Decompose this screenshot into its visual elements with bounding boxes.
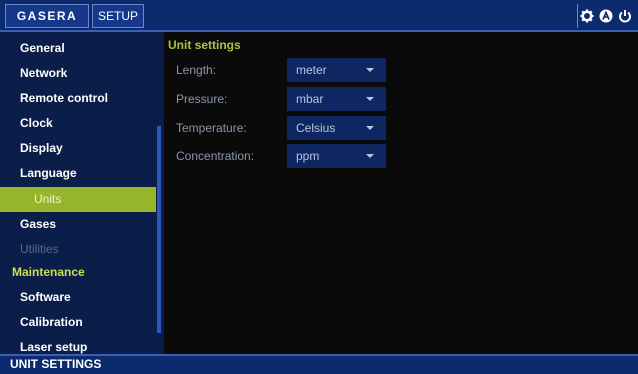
user-a-icon[interactable] xyxy=(599,9,613,23)
length-label: Length: xyxy=(176,63,217,77)
length-value: meter xyxy=(296,63,327,77)
sidebar-item-utilities: Utilities xyxy=(20,242,59,256)
top-bar: GASERA SETUP xyxy=(0,0,638,32)
concentration-label: Concentration: xyxy=(176,149,255,163)
sidebar-item-network[interactable]: Network xyxy=(0,61,156,86)
pressure-value: mbar xyxy=(296,92,324,106)
temperature-value: Celsius xyxy=(296,121,336,135)
sidebar-item-remote-control[interactable]: Remote control xyxy=(0,86,156,111)
sidebar-item-display[interactable]: Display xyxy=(0,136,156,161)
length-select[interactable]: meter xyxy=(287,58,386,82)
sidebar-section-maintenance: Maintenance xyxy=(12,265,85,279)
temperature-select[interactable]: Celsius xyxy=(287,116,386,140)
pressure-select[interactable]: mbar xyxy=(287,87,386,111)
sidebar-item-units[interactable]: Units xyxy=(0,187,156,212)
chevron-down-icon xyxy=(366,97,374,101)
sidebar: General Network Remote control Clock Dis… xyxy=(0,32,164,354)
sidebar-item-clock[interactable]: Clock xyxy=(0,111,156,136)
chevron-down-icon xyxy=(366,126,374,130)
pressure-label: Pressure: xyxy=(176,92,228,106)
temperature-label: Temperature: xyxy=(176,121,247,135)
top-icons xyxy=(577,4,634,28)
gear-icon[interactable] xyxy=(580,9,594,23)
sidebar-item-language[interactable]: Language xyxy=(0,161,156,186)
sidebar-item-software[interactable]: Software xyxy=(0,285,156,310)
tab-setup[interactable]: SETUP xyxy=(92,4,144,28)
sidebar-item-laser-setup[interactable]: Laser setup xyxy=(0,335,156,354)
brand-logo: GASERA xyxy=(5,4,89,28)
sidebar-item-gases[interactable]: Gases xyxy=(0,212,156,237)
main-panel: Unit settings Length: meter Pressure: mb… xyxy=(164,32,638,354)
sidebar-item-general[interactable]: General xyxy=(0,36,156,61)
concentration-value: ppm xyxy=(296,149,320,163)
chevron-down-icon xyxy=(366,68,374,72)
chevron-down-icon xyxy=(366,154,374,158)
status-footer: UNIT SETTINGS xyxy=(0,354,638,374)
sidebar-scrollbar[interactable] xyxy=(157,126,161,333)
sidebar-item-calibration[interactable]: Calibration xyxy=(0,310,156,335)
section-title: Unit settings xyxy=(168,38,241,52)
concentration-select[interactable]: ppm xyxy=(287,144,386,168)
power-icon[interactable] xyxy=(618,9,632,23)
